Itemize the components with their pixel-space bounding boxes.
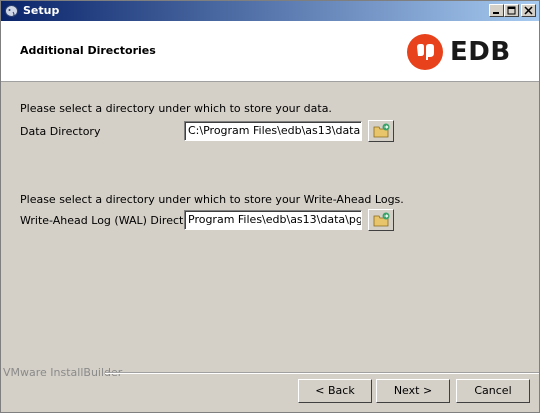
title-bar[interactable]: Setup [1, 1, 539, 21]
header-panel: Additional Directories EDB [1, 21, 539, 82]
close-button[interactable] [521, 4, 536, 17]
app-elephant-icon [5, 5, 18, 18]
edb-logo-mark [407, 34, 443, 70]
data-directory-browse-button[interactable] [368, 120, 394, 142]
data-directory-input[interactable]: C:\Program Files\edb\as13\data [184, 121, 362, 141]
footer-divider [105, 372, 539, 374]
maximize-button[interactable] [504, 4, 519, 17]
wal-directory-prompt: Please select a directory under which to… [20, 193, 404, 206]
wal-directory-input[interactable]: Program Files\edb\as13\data\pg_wal [184, 210, 362, 230]
wal-directory-browse-button[interactable] [368, 209, 394, 231]
folder-browse-icon [373, 123, 390, 138]
wal-directory-label: Write-Ahead Log (WAL) Directory [20, 214, 202, 227]
maximize-icon [507, 6, 516, 15]
window-title: Setup [23, 4, 60, 17]
next-button[interactable]: Next > [376, 379, 450, 403]
cancel-button[interactable]: Cancel [456, 379, 530, 403]
data-directory-prompt: Please select a directory under which to… [20, 102, 332, 115]
close-icon [524, 6, 533, 15]
edb-logo-text: EDB [450, 37, 511, 67]
back-button[interactable]: < Back [298, 379, 372, 403]
elephant-icon [417, 44, 434, 60]
minimize-button[interactable] [489, 4, 504, 17]
page-title: Additional Directories [20, 44, 156, 57]
minimize-icon [493, 12, 499, 14]
setup-window: Setup Additional Directories EDB Please … [0, 0, 540, 413]
folder-browse-icon [373, 212, 390, 227]
data-directory-label: Data Directory [20, 125, 101, 138]
